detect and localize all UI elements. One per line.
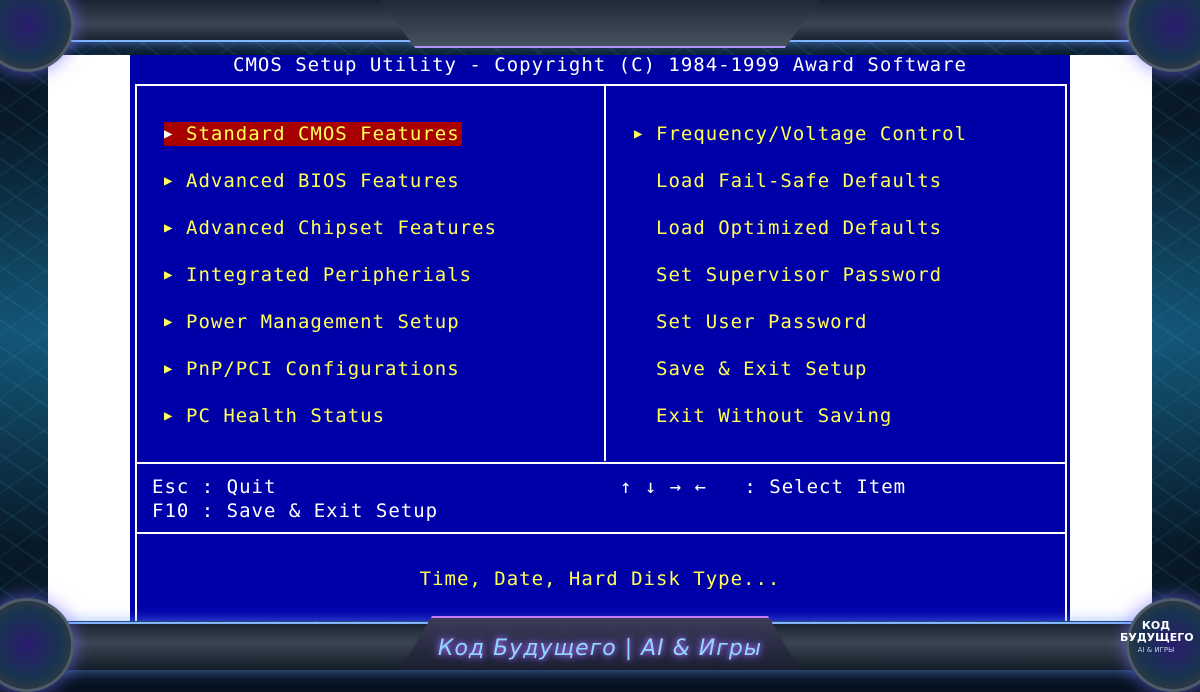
menu-item-pc-health-status[interactable]: ▶ PC Health Status	[164, 404, 387, 428]
channel-logo: КОД БУДУЩЕГО AI & ИГРЫ	[1120, 619, 1194, 655]
menu-item-power-management-setup[interactable]: ▶ Power Management Setup	[164, 310, 462, 334]
item-description: Time, Date, Hard Disk Type...	[419, 568, 781, 590]
menu-item-set-supervisor-password[interactable]: Set Supervisor Password	[634, 263, 944, 287]
submenu-arrow-icon: ▶	[634, 126, 644, 142]
menu-column-divider	[604, 84, 606, 461]
bios-setup-window: CMOS Setup Utility - Copyright (C) 1984-…	[130, 55, 1070, 621]
description-separator	[135, 532, 1067, 534]
submenu-arrow-icon: ▶	[164, 173, 174, 189]
monitor-screen: CMOS Setup Utility - Copyright (C) 1984-…	[48, 55, 1152, 621]
menu-item-load-fail-safe-defaults[interactable]: Load Fail-Safe Defaults	[634, 169, 944, 193]
menu-item-integrated-peripherials[interactable]: ▶ Integrated Peripherials	[164, 263, 474, 287]
help-f10-save-exit: F10 : Save & Exit Setup	[152, 500, 439, 522]
channel-banner: Код Будущего | AI & Игры	[437, 636, 763, 661]
bios-border	[135, 84, 1067, 621]
menu-item-standard-cmos-features[interactable]: ▶ Standard CMOS Features	[164, 122, 462, 146]
submenu-arrow-icon: ▶	[164, 267, 174, 283]
menu-item-pnp-pci-configurations[interactable]: ▶ PnP/PCI Configurations	[164, 357, 462, 381]
submenu-arrow-icon: ▶	[164, 314, 174, 330]
submenu-arrow-icon: ▶	[164, 408, 174, 424]
menu-item-advanced-bios-features[interactable]: ▶ Advanced BIOS Features	[164, 169, 462, 193]
menu-item-advanced-chipset-features[interactable]: ▶ Advanced Chipset Features	[164, 216, 499, 240]
bios-title: CMOS Setup Utility - Copyright (C) 1984-…	[233, 54, 967, 76]
menu-item-frequency-voltage-control[interactable]: ▶ Frequency/Voltage Control	[634, 122, 969, 146]
submenu-arrow-icon: ▶	[164, 122, 186, 146]
menu-item-load-optimized-defaults[interactable]: Load Optimized Defaults	[634, 216, 944, 240]
frame-top-notch	[380, 0, 820, 48]
submenu-arrow-icon: ▶	[164, 361, 174, 377]
help-esc-quit: Esc : Quit	[152, 476, 277, 498]
submenu-arrow-icon: ▶	[164, 220, 174, 236]
menu-item-save-exit-setup[interactable]: Save & Exit Setup	[634, 357, 869, 381]
menu-item-exit-without-saving[interactable]: Exit Without Saving	[634, 404, 894, 428]
menu-item-set-user-password[interactable]: Set User Password	[634, 310, 869, 334]
help-separator	[135, 462, 1067, 464]
help-select-item: ↑ ↓ → ← : Select Item	[620, 476, 907, 498]
